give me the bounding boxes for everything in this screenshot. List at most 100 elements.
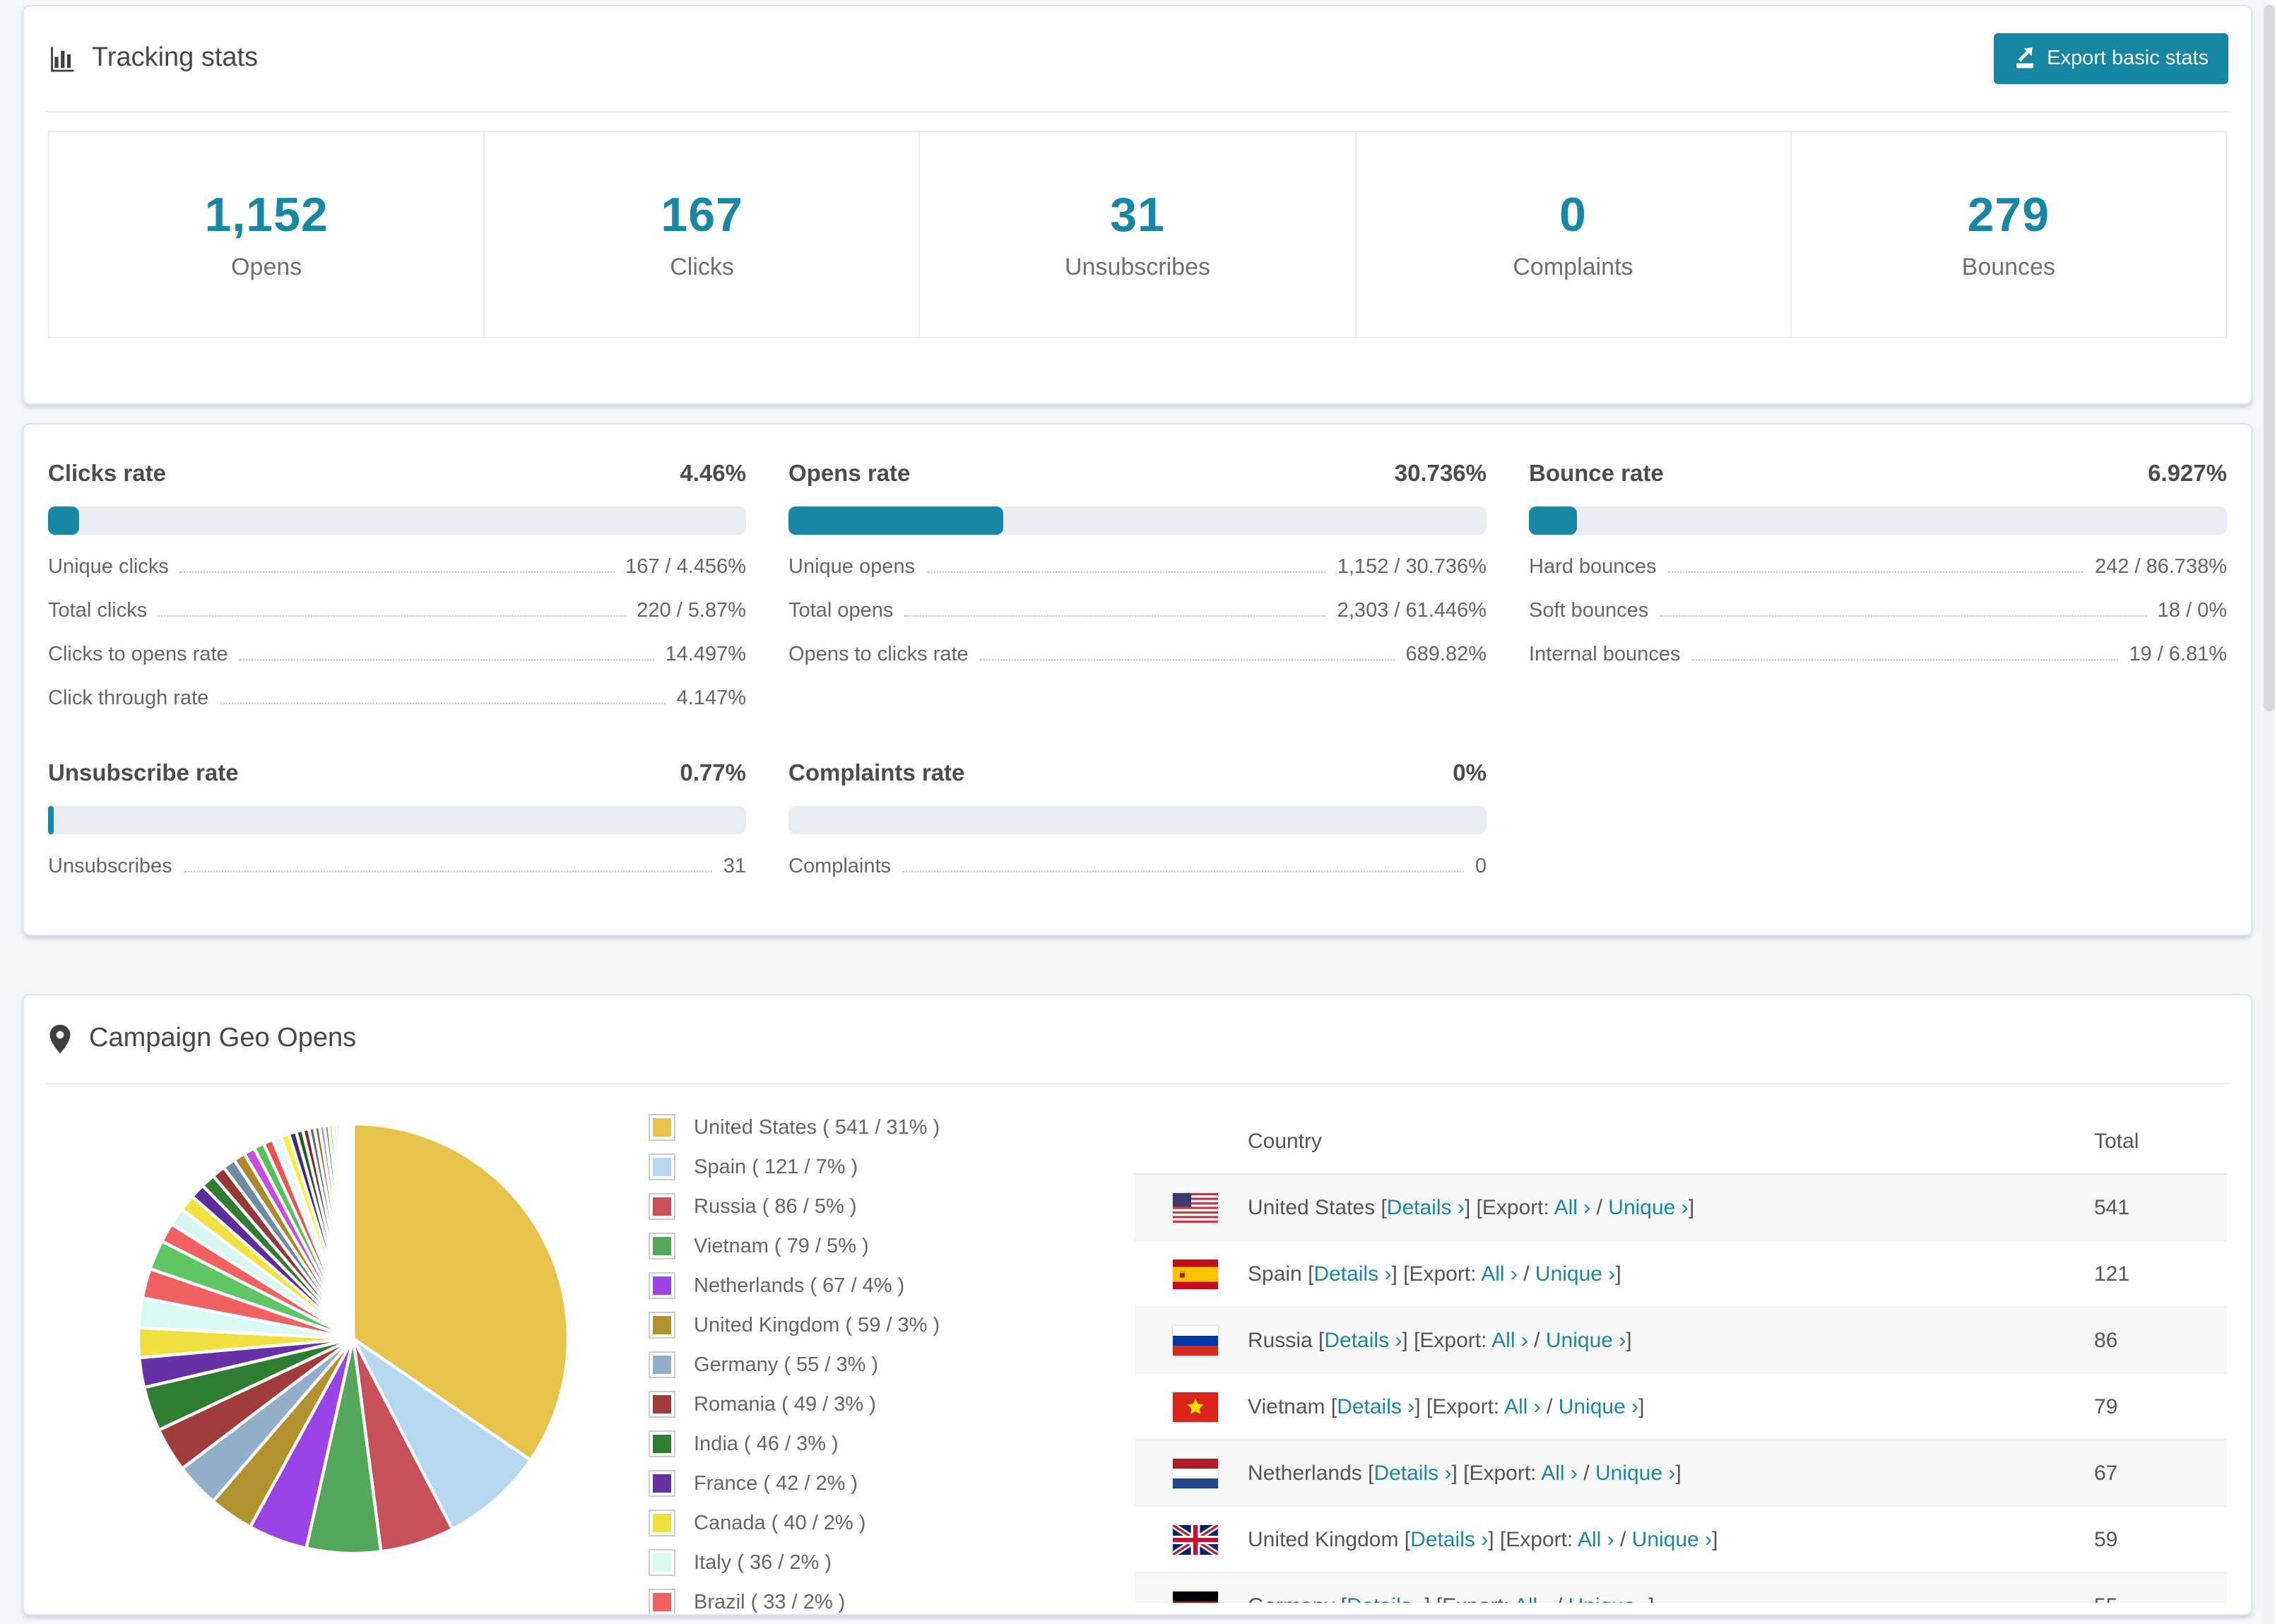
details-link[interactable]: Details › bbox=[1337, 1394, 1414, 1418]
export-all-link[interactable]: All › bbox=[1578, 1527, 1614, 1551]
rate-panel-opens-rate: Opens rate 30.736% Unique opens 1,152 / 30.… bbox=[788, 461, 1487, 710]
stat-box-opens: 1,152 Opens bbox=[49, 132, 485, 337]
details-link[interactable]: Details › bbox=[1387, 1195, 1465, 1219]
closing-bracket: ] bbox=[1615, 1262, 1621, 1286]
vertical-scrollbar[interactable] bbox=[2264, 5, 2275, 1624]
country-cell: United Kingdom [Details ›] [Export: All … bbox=[1248, 1527, 2094, 1551]
rate-detail-row: Complaints 0 bbox=[788, 855, 1487, 878]
geo-table-body: United States [Details ›] [Export: All ›… bbox=[1135, 1175, 2227, 1603]
legend-swatch bbox=[649, 1391, 675, 1418]
details-link[interactable]: Details › bbox=[1313, 1262, 1391, 1286]
geo-table-row-spain: Spain [Details ›] [Export: All › / Uniqu… bbox=[1135, 1241, 2227, 1308]
legend-swatch bbox=[649, 1154, 675, 1180]
dotted-leader bbox=[179, 571, 615, 573]
stat-boxes: 1,152 Opens 167 Clicks 31 Unsubscribes 0 Compla… bbox=[48, 131, 2227, 338]
stat-label: Bounces bbox=[1961, 253, 2055, 280]
export-all-link[interactable]: All › bbox=[1481, 1262, 1518, 1286]
rate-value: 6.927% bbox=[2148, 461, 2227, 487]
export-unique-link[interactable]: Unique › bbox=[1608, 1195, 1688, 1219]
export-unique-link[interactable]: Unique › bbox=[1632, 1527, 1712, 1551]
detail-value: 2,303 / 61.446% bbox=[1337, 600, 1487, 622]
country-cell: Spain [Details ›] [Export: All › / Uniqu… bbox=[1248, 1262, 2094, 1286]
export-all-link[interactable]: All › bbox=[1554, 1195, 1591, 1219]
detail-value: 14.497% bbox=[665, 644, 747, 666]
closing-bracket: ] bbox=[1675, 1461, 1682, 1485]
detail-label: Click through rate bbox=[48, 687, 209, 710]
export-label: ] [Export: bbox=[1402, 1328, 1492, 1352]
column-header-country: Country bbox=[1248, 1130, 1323, 1154]
detail-label: Soft bounces bbox=[1529, 600, 1649, 622]
rate-value: 4.46% bbox=[680, 461, 746, 487]
export-unique-link[interactable]: Unique › bbox=[1546, 1328, 1626, 1352]
legend-label: Germany ( 55 / 3% ) bbox=[694, 1353, 879, 1376]
export-basic-stats-button[interactable]: Export basic stats bbox=[1993, 33, 2228, 84]
map-pin-icon bbox=[47, 1024, 73, 1055]
country-cell: Russia [Details ›] [Export: All › / Uniq… bbox=[1248, 1328, 2094, 1352]
legend-item-united-kingdom: United Kingdom ( 59 / 3% ) bbox=[647, 1310, 1113, 1340]
progress-bar-fill bbox=[48, 806, 54, 834]
progress-bar bbox=[788, 506, 1487, 535]
details-link[interactable]: Details › bbox=[1324, 1328, 1402, 1352]
rate-detail-row: Soft bounces 18 / 0% bbox=[1529, 600, 2227, 622]
russia-flag-icon bbox=[1173, 1325, 1218, 1355]
detail-label: Total opens bbox=[788, 600, 894, 622]
legend-item-brazil: Brazil ( 33 / 2% ) bbox=[647, 1587, 1113, 1614]
export-label: ] [Export: bbox=[1424, 1594, 1514, 1603]
link-separator: / bbox=[1590, 1195, 1609, 1219]
export-unique-link[interactable]: Unique › bbox=[1559, 1394, 1638, 1418]
link-separator: / bbox=[1540, 1394, 1559, 1418]
total-cell: 121 bbox=[2094, 1262, 2130, 1286]
legend-label: Brazil ( 33 / 2% ) bbox=[694, 1591, 846, 1613]
total-cell: 67 bbox=[2094, 1461, 2118, 1485]
detail-label: Clicks to opens rate bbox=[48, 644, 228, 666]
legend-item-germany: Germany ( 55 / 3% ) bbox=[647, 1350, 1113, 1380]
rate-detail-row: Internal bounces 19 / 6.81% bbox=[1529, 644, 2227, 666]
legend-label: Romania ( 49 / 3% ) bbox=[694, 1393, 876, 1416]
closing-bracket: ] bbox=[1648, 1594, 1654, 1603]
stat-box-bounces: 279 Bounces bbox=[1792, 132, 2226, 337]
spain-flag-icon bbox=[1173, 1259, 1218, 1288]
export-all-link[interactable]: All › bbox=[1491, 1328, 1528, 1352]
export-unique-link[interactable]: Unique › bbox=[1595, 1461, 1675, 1485]
details-link[interactable]: Details › bbox=[1347, 1594, 1424, 1603]
dotted-leader bbox=[979, 659, 1395, 660]
export-all-link[interactable]: All › bbox=[1504, 1394, 1541, 1418]
country-cell: Netherlands [Details ›] [Export: All › /… bbox=[1248, 1461, 2094, 1485]
export-all-link[interactable]: All › bbox=[1541, 1461, 1578, 1485]
details-link[interactable]: Details › bbox=[1373, 1461, 1451, 1485]
detail-value: 242 / 86.738% bbox=[2094, 556, 2227, 579]
link-separator: / bbox=[1551, 1594, 1568, 1603]
details-link[interactable]: Details › bbox=[1410, 1527, 1488, 1551]
rate-detail-row: Click through rate 4.147% bbox=[48, 687, 746, 710]
scrollbar-thumb[interactable] bbox=[2264, 5, 2275, 711]
legend-swatch bbox=[649, 1430, 675, 1457]
export-unique-link[interactable]: Unique › bbox=[1568, 1594, 1648, 1603]
export-all-link[interactable]: All › bbox=[1514, 1594, 1551, 1603]
geo-pie-chart bbox=[127, 1101, 579, 1565]
legend-swatch bbox=[649, 1193, 675, 1220]
stat-value: 279 bbox=[1967, 188, 2050, 242]
legend-label: United Kingdom ( 59 / 3% ) bbox=[694, 1314, 940, 1336]
export-label: ] [Export: bbox=[1391, 1262, 1482, 1286]
closing-bracket: ] bbox=[1688, 1195, 1695, 1219]
netherlands-flag-icon bbox=[1173, 1458, 1218, 1488]
legend-swatch bbox=[649, 1272, 675, 1299]
stat-label: Complaints bbox=[1513, 253, 1633, 280]
rate-panel-head: Opens rate 30.736% bbox=[788, 461, 1487, 488]
legend-swatch bbox=[649, 1233, 675, 1260]
detail-value: 0 bbox=[1475, 855, 1487, 878]
rates-grid: Clicks rate 4.46% Unique clicks 167 / 4.456… bbox=[24, 425, 2251, 935]
stat-box-unsubscribes: 31 Unsubscribes bbox=[921, 132, 1357, 337]
stat-value: 1,152 bbox=[204, 188, 329, 242]
rate-panel-head: Unsubscribe rate 0.77% bbox=[48, 761, 746, 788]
country-name: United States [ bbox=[1248, 1195, 1387, 1219]
legend-item-spain: Spain ( 121 / 7% ) bbox=[647, 1152, 1113, 1182]
legend-item-romania: Romania ( 49 / 3% ) bbox=[647, 1389, 1113, 1419]
export-label: ] [Export: bbox=[1488, 1527, 1578, 1551]
total-cell: 55 bbox=[2094, 1594, 2193, 1603]
header-divider bbox=[45, 111, 2230, 112]
legend-label: United States ( 541 / 31% ) bbox=[694, 1116, 940, 1139]
detail-value: 689.82% bbox=[1405, 644, 1487, 666]
export-unique-link[interactable]: Unique › bbox=[1535, 1262, 1615, 1286]
united-kingdom-flag-icon bbox=[1173, 1524, 1218, 1554]
